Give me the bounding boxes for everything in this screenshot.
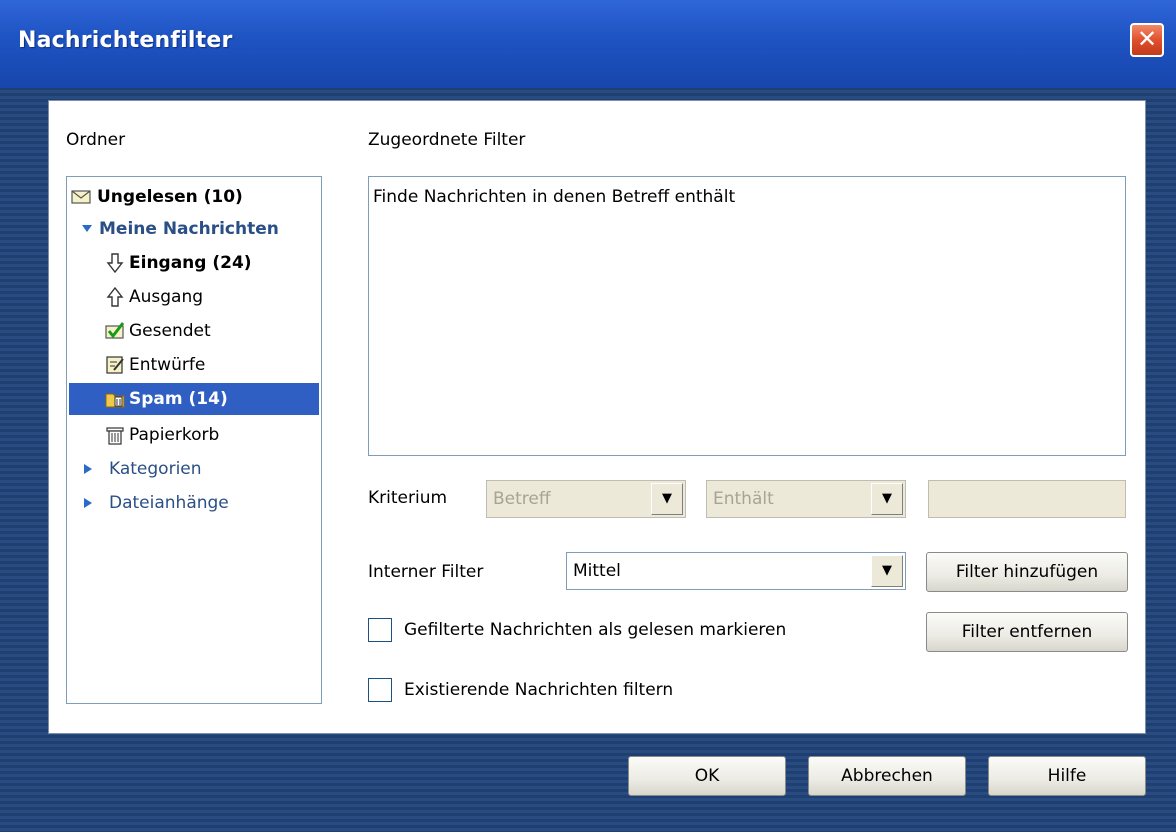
collapse-arrow-icon[interactable] (83, 497, 93, 509)
window-title: Nachrichtenfilter (18, 28, 233, 53)
chevron-down-icon[interactable]: ▼ (871, 483, 903, 515)
drafts-icon (106, 356, 124, 374)
tree-item-label: Ausgang (129, 287, 204, 307)
chevron-down-icon[interactable]: ▼ (871, 555, 903, 587)
collapse-arrow-icon[interactable] (83, 463, 93, 475)
tree-item-label: Kategorien (109, 459, 202, 479)
criterion-label: Kriterium (368, 488, 448, 508)
tree-item-label: Eingang (24) (129, 253, 252, 273)
remove-filter-button[interactable]: Filter entfernen (926, 612, 1128, 652)
tree-item-label: Meine Nachrichten (99, 219, 279, 239)
tree-item-spam[interactable]: Spam (14) (69, 383, 319, 415)
filter-rule-text[interactable]: Finde Nachrichten in denen Betreff enthä… (373, 187, 735, 207)
operator-select-value: Enthält (713, 489, 774, 509)
internal-filter-label: Interner Filter (368, 562, 484, 582)
inbox-down-arrow-icon (106, 253, 124, 273)
folder-tree[interactable]: Ungelesen (10) Meine Nachrichten Eingang… (66, 176, 322, 704)
trash-icon (106, 427, 124, 445)
folder-label: Ordner (66, 130, 126, 150)
ok-button[interactable]: OK (628, 756, 786, 796)
filter-existing-label[interactable]: Existierende Nachrichten filtern (404, 680, 673, 700)
assigned-filters-list[interactable]: Finde Nachrichten in denen Betreff enthä… (368, 176, 1126, 456)
tree-item-label: Gesendet (129, 321, 211, 341)
outbox-up-arrow-icon (106, 287, 124, 307)
tree-item-label: Spam (14) (129, 389, 228, 409)
tree-item-label: Ungelesen (10) (97, 187, 243, 207)
sent-check-icon (105, 322, 125, 339)
envelope-icon (71, 190, 91, 204)
spam-icon (105, 393, 125, 408)
help-button[interactable]: Hilfe (988, 756, 1146, 796)
criteria-value-field[interactable] (928, 480, 1126, 518)
field-select-value: Betreff (493, 489, 551, 509)
mark-as-read-label[interactable]: Gefilterte Nachrichten als gelesen marki… (404, 620, 786, 640)
tree-item-label: Papierkorb (129, 425, 220, 445)
cancel-button[interactable]: Abbrechen (808, 756, 966, 796)
operator-select[interactable]: Enthält ▼ (706, 480, 906, 518)
filter-existing-checkbox[interactable] (368, 678, 392, 702)
mark-as-read-checkbox[interactable] (368, 618, 392, 642)
add-filter-button[interactable]: Filter hinzufügen (926, 552, 1128, 592)
close-icon: ✕ (1136, 25, 1158, 53)
internal-filter-select[interactable]: Mittel ▼ (566, 552, 906, 590)
expand-arrow-icon[interactable] (81, 223, 93, 235)
field-select[interactable]: Betreff ▼ (486, 480, 686, 518)
tree-item-label: Dateianhänge (109, 493, 229, 513)
assigned-filters-label: Zugeordnete Filter (368, 130, 526, 150)
dialog-window: Nachrichtenfilter ✕ Ordner Ungelesen (10… (0, 0, 1176, 832)
tree-item-label: Entwürfe (129, 355, 206, 375)
title-bar[interactable]: Nachrichtenfilter ✕ (0, 0, 1176, 88)
internal-filter-value: Mittel (573, 561, 621, 581)
chevron-down-icon[interactable]: ▼ (651, 483, 683, 515)
close-button[interactable]: ✕ (1130, 23, 1164, 57)
